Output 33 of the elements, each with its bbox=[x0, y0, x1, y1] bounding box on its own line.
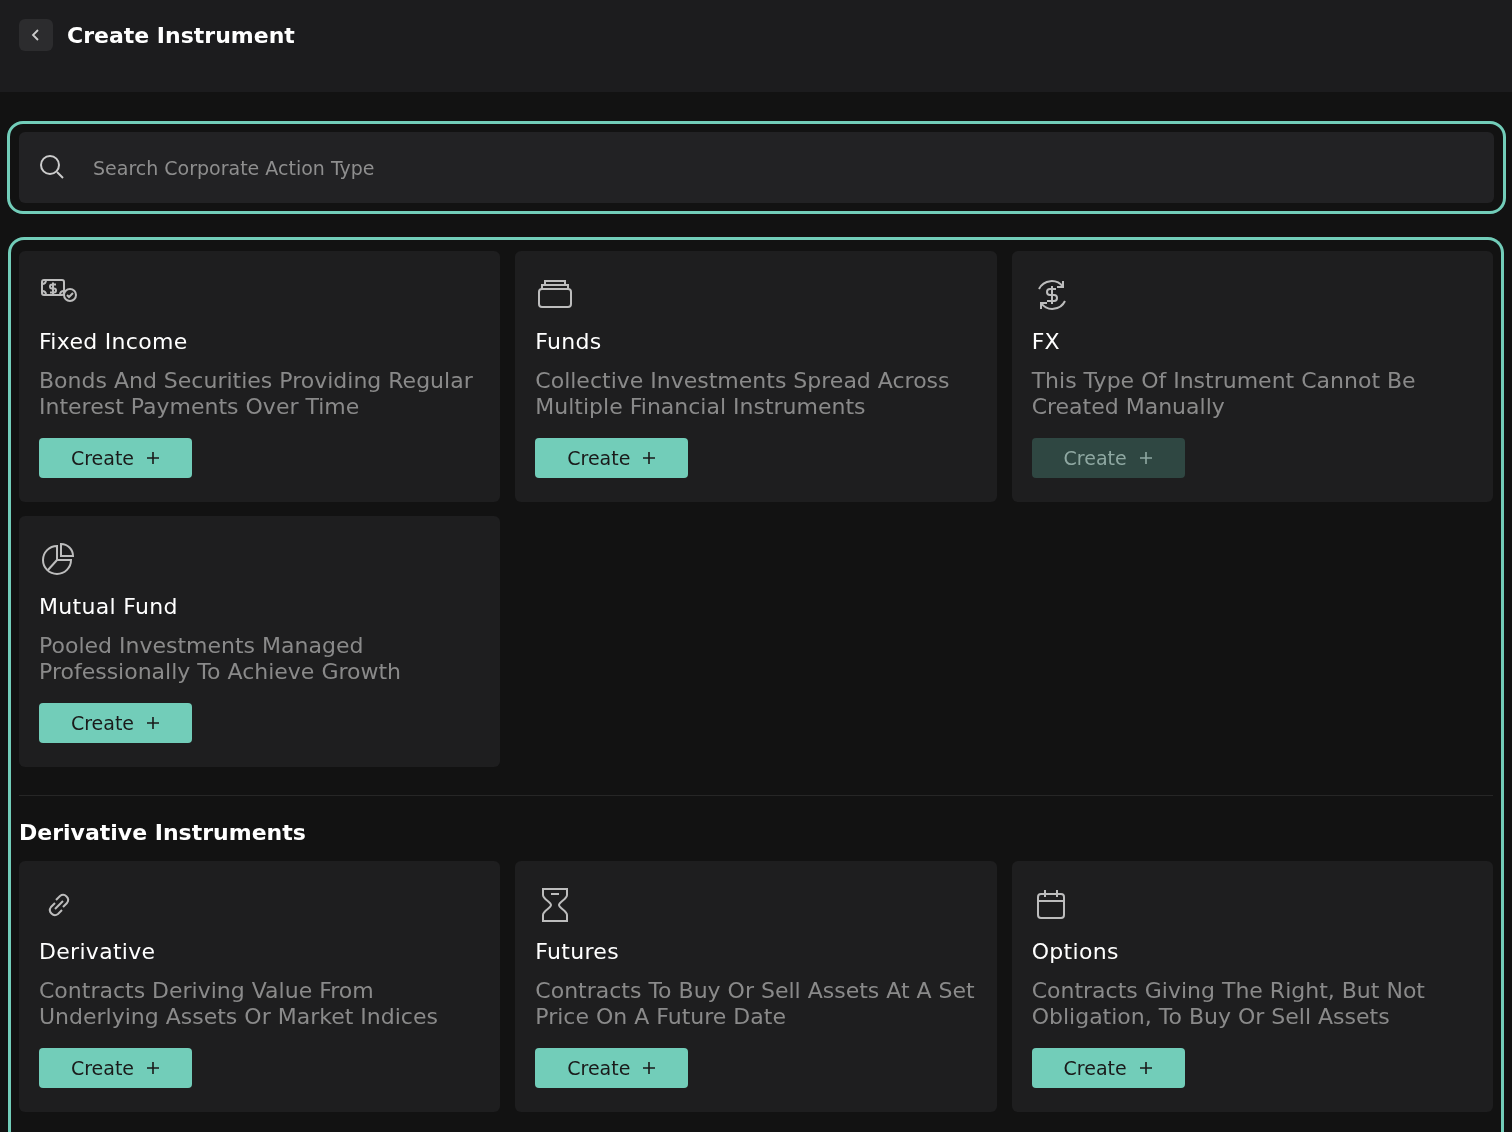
page-title: Create Instrument bbox=[67, 22, 295, 48]
card-title: Options bbox=[1031, 939, 1120, 964]
plus-icon bbox=[1138, 451, 1153, 465]
card-description: This Type Of Instrument Cannot Be Created Manually bbox=[1031, 368, 1417, 420]
card-title: Futures bbox=[535, 939, 620, 964]
plus-icon bbox=[146, 1061, 161, 1075]
plus-icon bbox=[642, 1061, 657, 1075]
create-button[interactable]: Create bbox=[535, 438, 689, 478]
create-button[interactable]: Create bbox=[39, 703, 192, 743]
plus-icon bbox=[146, 451, 161, 465]
card-description: Contracts Deriving Value From Underlying Assets Or Market Indices bbox=[39, 978, 439, 1030]
create-button[interactable]: Create bbox=[535, 1048, 689, 1088]
card-description: Contracts Giving The Right, But Not Obligation, To Buy Or Sell Assets bbox=[1031, 978, 1426, 1030]
search-icon bbox=[39, 154, 65, 180]
card-title: Fixed Income bbox=[39, 329, 189, 354]
card-title: Funds bbox=[535, 329, 603, 354]
plus-icon bbox=[146, 716, 161, 730]
search-field[interactable]: Search Corporate Action Type bbox=[19, 132, 1494, 203]
card-title: Mutual Fund bbox=[39, 594, 179, 619]
section-heading: Derivative Instruments bbox=[19, 820, 307, 845]
create-button[interactable]: Create bbox=[39, 438, 192, 478]
back-icon bbox=[31, 28, 41, 42]
card-description: Collective Investments Spread Across Multiple Financial Instruments bbox=[535, 368, 951, 420]
card-description: Bonds And Securities Providing Regular Interest Payments Over Time bbox=[39, 368, 474, 420]
card-title: Derivative bbox=[39, 939, 157, 964]
card-description: Pooled Investments Managed Professionally To Achieve Growth bbox=[39, 633, 403, 685]
back-button[interactable] bbox=[19, 19, 53, 51]
create-button[interactable]: Create bbox=[39, 1048, 192, 1088]
card-description: Contracts To Buy Or Sell Assets At A Set Price On A Future Date bbox=[535, 978, 976, 1030]
create-button[interactable]: Create bbox=[1031, 1048, 1185, 1088]
plus-icon bbox=[1138, 1061, 1153, 1075]
plus-icon bbox=[642, 451, 657, 465]
card-title: FX bbox=[1031, 329, 1061, 354]
